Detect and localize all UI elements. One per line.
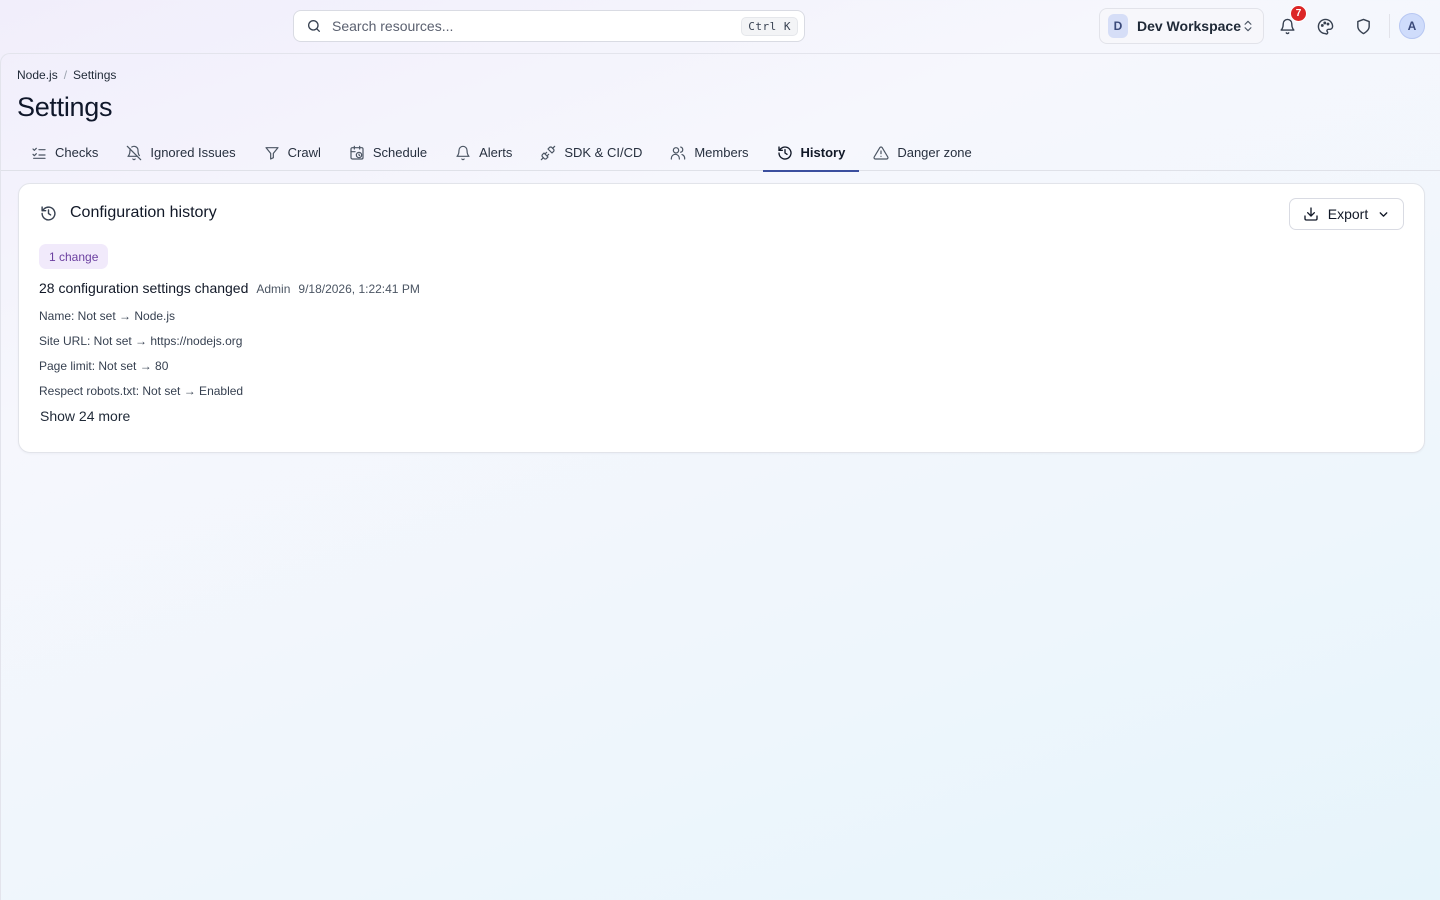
workspace-switcher[interactable]: D Dev Workspace [1099,8,1264,44]
tab-alerts[interactable]: Alerts [441,134,526,171]
tab-sdk-cicd[interactable]: SDK & CI/CD [526,134,656,171]
change-item: Page limit: Not set → 80 [39,359,169,373]
change-item: Site URL: Not set → https://nodejs.org [39,334,243,348]
tab-label: Alerts [479,145,513,160]
download-icon [1303,206,1319,222]
notification-count-badge: 7 [1290,5,1307,22]
plug-icon [540,145,556,161]
change-list: Name: Not set → Node.js Site URL: Not se… [39,308,243,408]
search-shortcut: Ctrl K [741,16,798,36]
configuration-history-card: Configuration history Export 1 change 28… [18,183,1425,453]
chevron-down-icon [1377,208,1390,221]
search-input[interactable]: Search resources... Ctrl K [293,10,805,42]
tab-history[interactable]: History [762,134,860,172]
tab-ignored-issues[interactable]: Ignored Issues [112,134,249,171]
bell-off-icon [126,145,142,161]
chevron-up-down-icon [1241,19,1255,33]
theme-button[interactable] [1313,14,1337,38]
entry-timestamp: 9/18/2026, 1:22:41 PM [298,282,420,296]
tab-crawl[interactable]: Crawl [250,134,335,171]
history-icon [777,145,793,161]
main-content: Node.js / Settings Settings Checks Ignor… [0,53,1440,900]
bell-icon [455,145,471,161]
settings-tabs: Checks Ignored Issues Crawl Schedule Ale… [1,134,1440,172]
calendar-clock-icon [349,145,365,161]
checklist-icon [31,145,47,161]
change-item: Name: Not set → Node.js [39,309,176,323]
shield-icon [1355,18,1372,35]
entry-author: Admin [256,282,291,296]
user-avatar[interactable]: A [1399,13,1425,39]
export-label: Export [1327,206,1369,222]
tab-label: Ignored Issues [150,145,236,160]
tab-schedule[interactable]: Schedule [335,134,441,171]
palette-icon [1317,18,1334,35]
workspace-name: Dev Workspace [1136,18,1241,34]
top-bar: Search resources... Ctrl K D Dev Workspa… [0,0,1440,53]
tab-members[interactable]: Members [656,134,762,171]
tab-label: Crawl [287,145,321,160]
filter-icon [264,145,280,161]
history-icon [40,205,57,222]
page-title: Settings [17,92,113,122]
tab-label: Checks [55,145,99,160]
toolbar-divider [1389,14,1390,38]
history-entry-header: 28 configuration settings changed Admin … [39,280,420,296]
show-more-button[interactable]: Show 24 more [40,408,130,424]
tab-label: History [800,145,846,160]
workspace-avatar: D [1108,14,1128,38]
search-icon [306,18,322,34]
export-button[interactable]: Export [1289,198,1404,230]
tab-checks[interactable]: Checks [17,134,112,171]
card-header: Configuration history [40,204,217,222]
users-icon [670,145,686,161]
change-count-badge: 1 change [39,244,109,269]
breadcrumb-separator: / [63,68,68,82]
tab-label: SDK & CI/CD [564,145,643,160]
tab-label: Schedule [372,145,428,160]
card-title: Configuration history [70,204,217,221]
security-button[interactable] [1351,14,1375,38]
entry-title: 28 configuration settings changed [39,280,249,296]
tab-label: Members [694,145,749,160]
breadcrumb-current: Settings [73,68,117,82]
breadcrumb-project-link[interactable]: Node.js [17,68,58,82]
warning-icon [873,145,889,161]
breadcrumb: Node.js / Settings [17,68,116,82]
search-placeholder: Search resources... [332,18,454,34]
tab-danger-zone[interactable]: Danger zone [859,134,985,171]
change-item: Respect robots.txt: Not set → Enabled [39,384,244,398]
tab-label: Danger zone [897,145,972,160]
